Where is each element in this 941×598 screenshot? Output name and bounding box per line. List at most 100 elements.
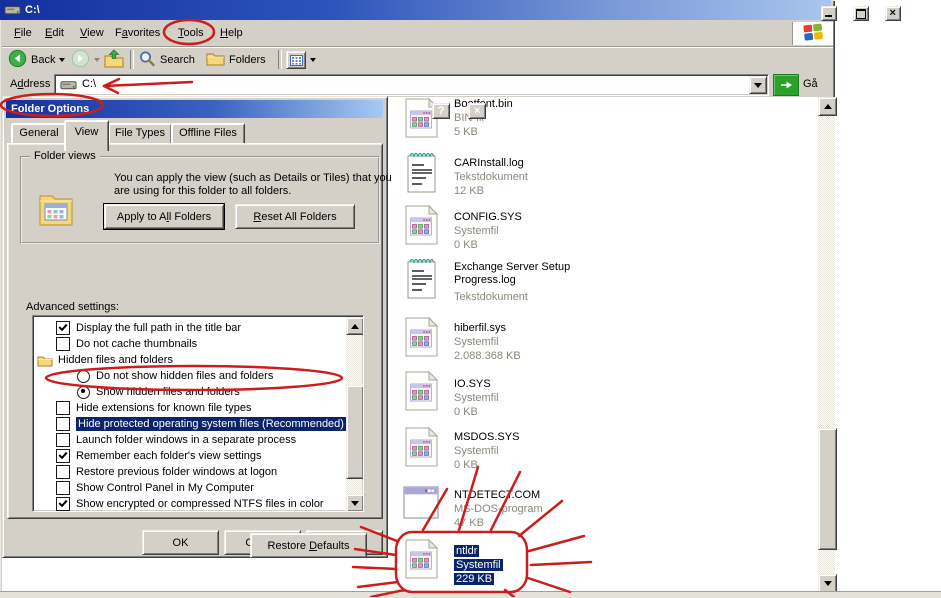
dialog-title: Folder Options	[11, 103, 89, 115]
close-button[interactable]: ×	[885, 6, 901, 21]
app-window-icon	[402, 484, 440, 523]
forward-icon	[71, 49, 90, 71]
checkbox-unchecked[interactable]	[56, 337, 70, 351]
setting-show-ntfs-color[interactable]: Show encrypted or compressed NTFS files …	[35, 496, 345, 512]
scrollbar-thumb[interactable]	[818, 428, 837, 550]
checkbox-unchecked[interactable]	[56, 417, 70, 431]
file-name[interactable]: hiberfil.sys	[454, 322, 506, 335]
system-file-icon	[402, 539, 440, 582]
minimize-button[interactable]	[821, 6, 837, 21]
search-button[interactable]: Search	[138, 49, 195, 71]
views-button[interactable]	[286, 49, 316, 71]
setting-do-not-cache-thumbnails[interactable]: Do not cache thumbnails	[35, 336, 345, 352]
menu-help[interactable]: Help	[220, 27, 243, 39]
up-button[interactable]	[104, 49, 124, 71]
menu-edit[interactable]: Edit	[45, 27, 64, 39]
system-file-icon	[402, 371, 440, 414]
folders-button[interactable]: Folders	[206, 49, 266, 71]
setting-display-full-path[interactable]: Display the full path in the title bar	[35, 320, 345, 336]
dialog-close-button[interactable]: ×	[468, 103, 486, 119]
file-size: 0 KB	[454, 239, 478, 252]
window-titlebar[interactable]: C:\ ×	[0, 0, 831, 20]
file-name[interactable]: CONFIG.SYS	[454, 211, 522, 224]
file-size: 12 KB	[454, 185, 484, 198]
address-dropdown-button[interactable]	[749, 76, 767, 94]
menu-view[interactable]: View	[80, 27, 104, 39]
scroll-up-icon	[351, 324, 359, 329]
apply-to-all-folders-button[interactable]: Apply to All Folders	[104, 204, 224, 229]
scroll-up-button[interactable]	[346, 317, 364, 335]
tab-page-view: Folder views You can apply the view (suc…	[7, 143, 383, 519]
setting-hide-protected[interactable]: Hide protected operating system files (R…	[35, 416, 345, 432]
ok-button[interactable]: OK	[142, 530, 219, 555]
file-name[interactable]: IO.SYS	[454, 378, 491, 391]
file-size: 0 KB	[454, 459, 478, 472]
chevron-down-icon	[754, 83, 762, 88]
views-icon	[286, 51, 306, 69]
setting-remember-view-settings[interactable]: Remember each folder's view settings	[35, 448, 345, 464]
maximize-button[interactable]	[853, 6, 869, 21]
setting-hidden-files-group[interactable]: Hidden files and folders	[35, 352, 345, 368]
folder-options-dialog: Folder Options ? × General View File Typ…	[2, 96, 388, 558]
scroll-down-button[interactable]	[346, 494, 364, 512]
menu-file[interactable]: File	[14, 27, 32, 39]
file-name[interactable]: NTDETECT.COM	[454, 489, 540, 502]
tab-view[interactable]: View	[64, 120, 109, 151]
file-name[interactable]: MSDOS.SYS	[454, 431, 519, 444]
checkbox-unchecked[interactable]	[56, 481, 70, 495]
checkbox-unchecked[interactable]	[56, 465, 70, 479]
setting-hide-extensions[interactable]: Hide extensions for known file types	[35, 400, 345, 416]
folders-label: Folders	[229, 54, 266, 66]
window-title: C:\	[25, 4, 40, 16]
file-size: 229 KB	[454, 573, 494, 585]
system-file-icon	[402, 205, 440, 248]
scrollbar-thumb[interactable]	[346, 385, 364, 479]
dialog-help-button[interactable]: ?	[432, 103, 450, 119]
minimize-icon	[825, 15, 832, 17]
setting-launch-separate-process[interactable]: Launch folder windows in a separate proc…	[35, 432, 345, 448]
forward-dropdown-icon[interactable]	[94, 58, 100, 62]
reset-all-folders-button[interactable]: Reset All Folders	[235, 204, 355, 229]
vertical-scrollbar[interactable]	[818, 97, 835, 591]
back-dropdown-icon[interactable]	[59, 58, 65, 62]
file-type: Systemfil	[454, 392, 499, 405]
go-arrow-icon	[779, 79, 793, 91]
scroll-up-button[interactable]	[818, 97, 837, 116]
file-type: Systemfil	[454, 225, 499, 238]
setting-show-control-panel[interactable]: Show Control Panel in My Computer	[35, 480, 345, 496]
checkbox-checked[interactable]	[56, 449, 70, 463]
close-icon: ×	[889, 8, 895, 19]
file-name[interactable]: Exchange Server Setup Progress.log	[454, 261, 594, 287]
menu-tools[interactable]: Tools	[178, 27, 204, 39]
radio-selected[interactable]	[77, 386, 90, 399]
checkbox-unchecked[interactable]	[56, 401, 70, 415]
menu-bar: File Edit View Favorites Tools Help	[2, 22, 833, 47]
close-icon: ×	[474, 106, 480, 117]
file-name[interactable]: CARInstall.log	[454, 157, 524, 170]
checkbox-checked[interactable]	[56, 497, 70, 511]
file-type: Tekstdokument	[454, 171, 528, 184]
menu-favorites[interactable]: Favorites	[115, 27, 160, 39]
radio-unselected[interactable]	[77, 370, 90, 383]
folder-views-icon	[38, 186, 74, 231]
advanced-settings-list[interactable]: Display the full path in the title bar D…	[32, 315, 364, 512]
go-button[interactable]	[773, 74, 799, 96]
search-label: Search	[160, 54, 195, 66]
setting-radio-show-hidden[interactable]: Show hidden files and folders	[35, 384, 345, 400]
dialog-titlebar[interactable]: Folder Options ? ×	[6, 100, 383, 118]
folder-icon	[37, 354, 53, 367]
address-input[interactable]: C:\	[54, 74, 769, 96]
setting-restore-previous-windows[interactable]: Restore previous folder windows at logon	[35, 464, 345, 480]
list-scrollbar[interactable]	[346, 317, 362, 510]
folder-views-group: Folder views You can apply the view (suc…	[20, 156, 380, 244]
setting-radio-do-not-show-hidden[interactable]: Do not show hidden files and folders	[35, 368, 345, 384]
checkbox-checked[interactable]	[56, 321, 70, 335]
views-dropdown-icon[interactable]	[310, 58, 316, 62]
file-type: Systemfil	[454, 445, 499, 458]
file-name[interactable]: ntldr	[454, 545, 479, 557]
back-button[interactable]: Back	[8, 49, 65, 71]
checkbox-unchecked[interactable]	[56, 433, 70, 447]
forward-button[interactable]	[71, 49, 100, 71]
restore-defaults-button[interactable]: Restore Defaults	[250, 533, 367, 558]
file-type: Tekstdokument	[454, 291, 528, 304]
